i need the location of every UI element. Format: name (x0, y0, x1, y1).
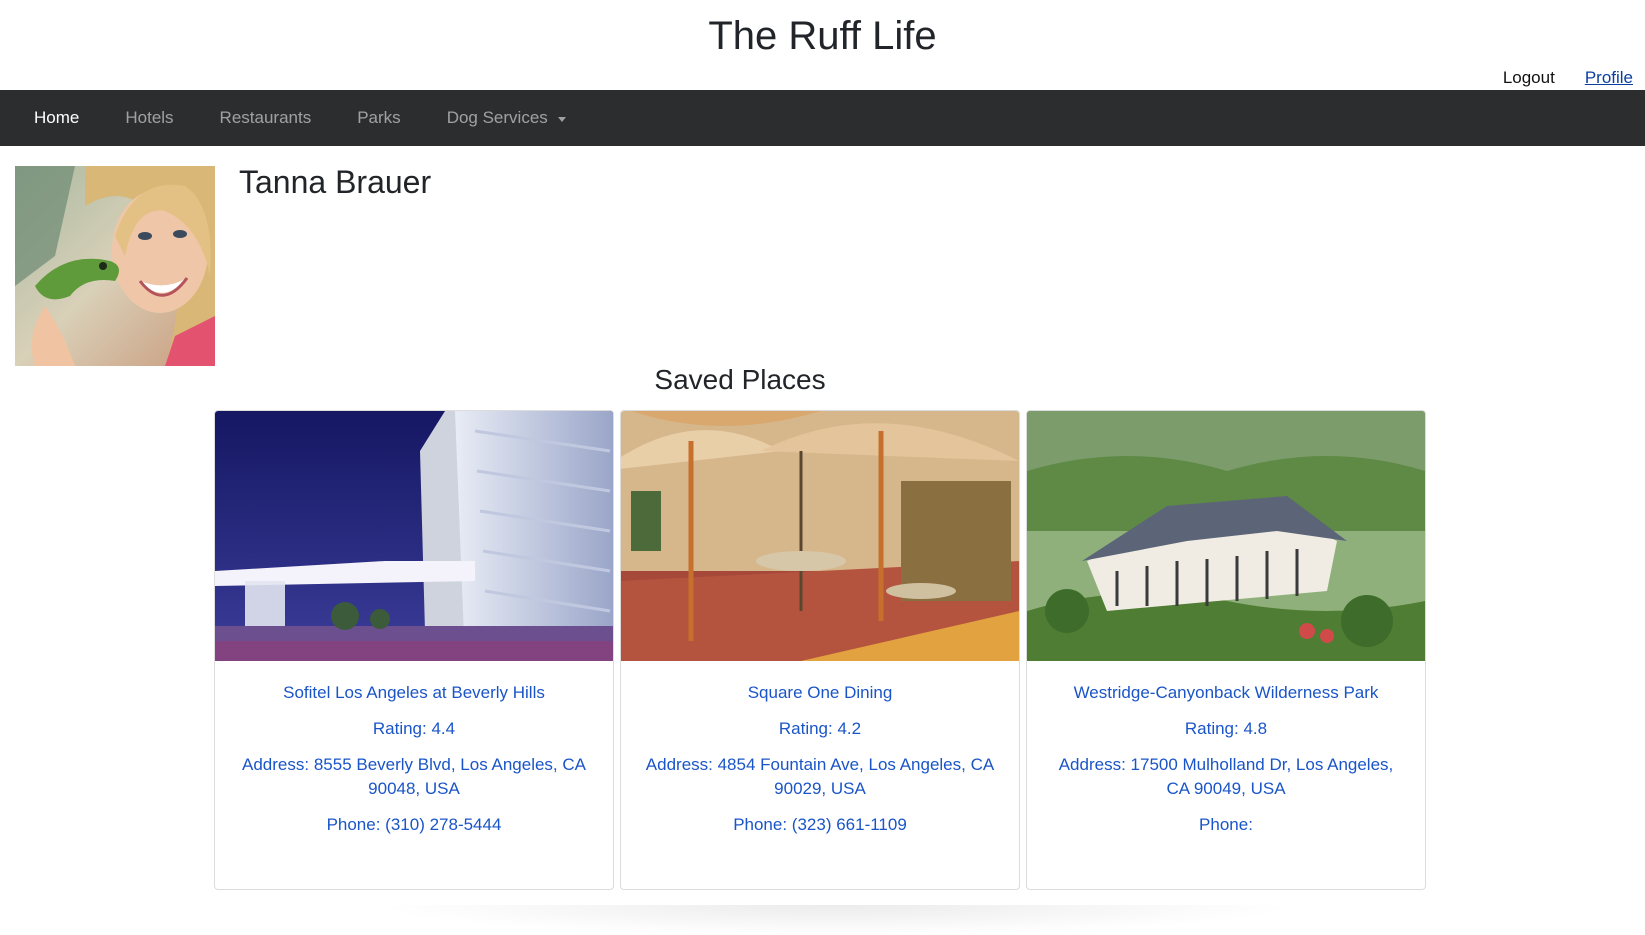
site-header: The Ruff Life Logout Profile (0, 0, 1645, 90)
place-card: Westridge-Canyonback Wilderness Park Rat… (1026, 410, 1426, 890)
place-card-body: Westridge-Canyonback Wilderness Park Rat… (1027, 661, 1425, 849)
saved-places-title: Saved Places (654, 364, 826, 395)
nav-label: Hotels (125, 108, 174, 127)
place-address: Address: 4854 Fountain Ave, Los Angeles,… (645, 755, 995, 798)
place-name-link[interactable]: Square One Dining (645, 681, 995, 705)
dropdown-caret-icon (557, 116, 566, 122)
place-card-body: Sofitel Los Angeles at Beverly Hills Rat… (215, 661, 613, 849)
profile-link[interactable]: Profile (1585, 68, 1633, 88)
place-phone: Phone: (310) 278-5444 (326, 815, 502, 834)
place-rating: Rating: 4.2 (778, 719, 862, 738)
site-title: The Ruff Life (708, 14, 937, 58)
auth-links: Logout Profile (1503, 68, 1633, 88)
place-rating: Rating: 4.8 (1184, 719, 1268, 738)
main-navbar: Home Hotels Restaurants Parks Dog Servic… (0, 90, 1645, 146)
nav-label: Parks (357, 108, 401, 127)
avatar-photo (15, 166, 215, 366)
nav-item-hotels[interactable]: Hotels (102, 108, 196, 128)
user-name: Tanna Brauer (239, 164, 432, 200)
nav-label: Home (34, 108, 80, 127)
place-name-link[interactable]: Westridge-Canyonback Wilderness Park (1051, 681, 1401, 705)
place-card-body: Square One Dining Rating: 4.2 Address: 4… (621, 661, 1019, 849)
avatar (15, 166, 215, 366)
hotel-photo (215, 411, 613, 661)
footer-shadow (370, 905, 1300, 935)
place-rating: Rating: 4.4 (372, 719, 456, 738)
park-photo (1027, 411, 1425, 661)
saved-places-list: Sofitel Los Angeles at Beverly Hills Rat… (214, 410, 1426, 890)
place-address: Address: 17500 Mulholland Dr, Los Angele… (1058, 755, 1394, 798)
place-card: Square One Dining Rating: 4.2 Address: 4… (620, 410, 1020, 890)
nav-label: Dog Services (446, 108, 548, 127)
nav-item-parks[interactable]: Parks (334, 108, 423, 128)
place-card: Sofitel Los Angeles at Beverly Hills Rat… (214, 410, 614, 890)
place-address: Address: 8555 Beverly Blvd, Los Angeles,… (242, 755, 586, 798)
nav-item-dog-services[interactable]: Dog Services (424, 108, 589, 128)
nav-item-home[interactable]: Home (0, 108, 102, 128)
restaurant-photo (621, 411, 1019, 661)
place-name-link[interactable]: Sofitel Los Angeles at Beverly Hills (239, 681, 589, 705)
nav-label: Restaurants (219, 108, 312, 127)
nav-item-restaurants[interactable]: Restaurants (197, 108, 335, 128)
place-phone: Phone: (1199, 815, 1253, 834)
logout-link[interactable]: Logout (1503, 68, 1555, 88)
place-phone: Phone: (323) 661-1109 (733, 815, 907, 834)
